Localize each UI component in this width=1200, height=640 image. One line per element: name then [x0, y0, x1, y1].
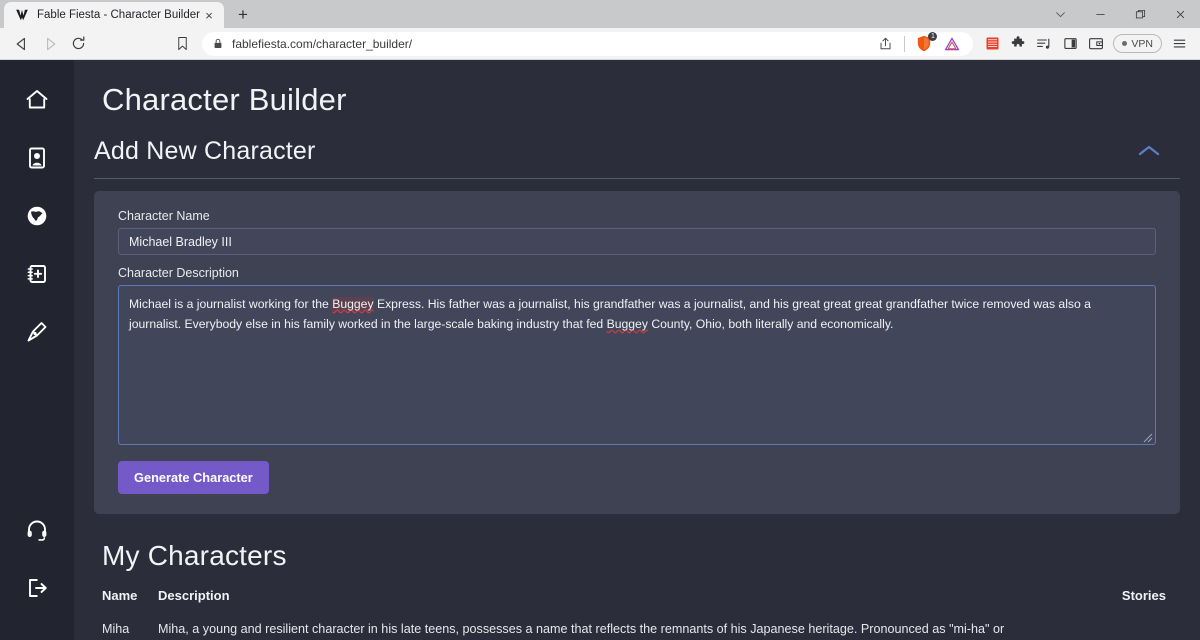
share-icon[interactable] [872, 31, 898, 57]
character-name-label: Character Name [118, 209, 1156, 223]
panel-divider [94, 178, 1180, 179]
browser-toolbar: fablefiesta.com/character_builder/ 1 [0, 28, 1200, 60]
brave-shield-icon[interactable]: 1 [911, 31, 937, 57]
fable-fiesta-logo-icon [14, 7, 30, 23]
character-description-label: Character Description [118, 266, 1156, 280]
column-header-name: Name [102, 588, 158, 603]
playlist-icon[interactable] [1031, 31, 1057, 57]
spellcheck-word-1: Buggey [332, 297, 373, 311]
minimize-window-icon[interactable] [1080, 0, 1120, 28]
bookmark-icon[interactable] [168, 30, 196, 58]
characters-table-header: Name Description Stories [102, 588, 1166, 603]
vpn-toggle[interactable]: VPN [1113, 34, 1162, 53]
textarea-resize-handle[interactable] [1141, 430, 1153, 442]
reading-list-icon[interactable] [979, 31, 1005, 57]
table-row[interactable]: Miha Miha, a young and resilient charact… [102, 620, 1166, 638]
generate-character-button[interactable]: Generate Character [118, 461, 269, 494]
character-description-textarea[interactable]: Michael is a journalist working for the … [118, 285, 1156, 445]
puzzle-extensions-icon[interactable] [1005, 31, 1031, 57]
browser-tab-active[interactable]: Fable Fiesta - Character Builder × [4, 2, 224, 28]
column-header-description: Description [158, 588, 1088, 603]
new-tab-button[interactable]: + [230, 1, 256, 27]
close-window-icon[interactable] [1160, 0, 1200, 28]
app-sidebar [0, 60, 74, 640]
address-bar[interactable]: fablefiesta.com/character_builder/ 1 [202, 32, 973, 56]
main-content: Character Builder Add New Character Char… [74, 60, 1200, 640]
window-controls [1040, 0, 1200, 28]
sidebar-panel-icon[interactable] [1057, 31, 1083, 57]
close-tab-icon[interactable]: × [200, 6, 218, 24]
tab-strip: Fable Fiesta - Character Builder × + [0, 0, 1200, 28]
back-button[interactable] [8, 30, 36, 58]
add-character-heading: Add New Character [94, 137, 316, 166]
triangle-icon[interactable] [939, 31, 965, 57]
toolbar-divider [904, 36, 905, 52]
my-characters-heading: My Characters [102, 540, 1180, 572]
wallet-icon[interactable] [1083, 31, 1109, 57]
vpn-status-dot [1122, 41, 1127, 46]
sidebar-item-home[interactable] [15, 78, 59, 122]
description-segment-3: County, Ohio, both literally and economi… [648, 317, 893, 331]
spellcheck-word-2: Buggey [607, 317, 648, 331]
padlock-icon [210, 38, 226, 49]
forward-button [36, 30, 64, 58]
maximize-window-icon[interactable] [1120, 0, 1160, 28]
hamburger-menu-icon[interactable] [1166, 31, 1192, 57]
vpn-label: VPN [1131, 38, 1153, 50]
sidebar-item-worlds[interactable] [15, 194, 59, 238]
browser-window: Fable Fiesta - Character Builder × + [0, 0, 1200, 640]
tab-search-icon[interactable] [1040, 0, 1080, 28]
add-character-card: Character Name Michael Bradley III Chara… [94, 191, 1180, 514]
sidebar-item-new-story[interactable] [15, 252, 59, 296]
sidebar-item-write[interactable] [15, 310, 59, 354]
sidebar-item-logout[interactable] [15, 566, 59, 610]
description-segment-1: Michael is a journalist working for the [129, 297, 332, 311]
character-description-text: Michael is a journalist working for the … [129, 294, 1145, 334]
shield-badge-count: 1 [928, 32, 937, 41]
reload-button[interactable] [64, 30, 92, 58]
chevron-up-icon[interactable] [1132, 134, 1166, 168]
sidebar-item-characters[interactable] [15, 136, 59, 180]
character-row-name: Miha [102, 620, 158, 638]
character-name-input[interactable]: Michael Bradley III [118, 228, 1156, 255]
column-header-stories: Stories [1088, 588, 1166, 603]
characters-table: Name Description Stories Miha Miha, a yo… [102, 588, 1194, 638]
character-row-description: Miha, a young and resilient character in… [158, 620, 1166, 638]
add-character-panel-header: Add New Character [94, 134, 1180, 168]
page-title: Character Builder [102, 82, 1180, 118]
address-bar-url: fablefiesta.com/character_builder/ [232, 37, 412, 51]
sidebar-item-support[interactable] [15, 508, 59, 552]
app-body: Character Builder Add New Character Char… [0, 60, 1200, 640]
address-bar-actions: 1 [872, 31, 965, 57]
browser-tab-title: Fable Fiesta - Character Builder [37, 9, 200, 21]
